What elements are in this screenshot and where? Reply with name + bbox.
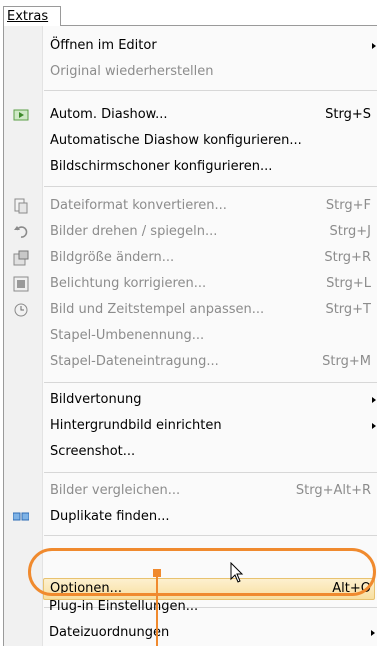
menu-item-label: Original wiederherstellen — [50, 64, 214, 79]
convert-format-icon — [13, 198, 29, 214]
menu-item-shortcut: Strg+T — [325, 302, 371, 317]
menu-item-shortcut: Alt+O — [332, 581, 371, 596]
menu-item-shortcut: Strg+J — [329, 224, 371, 239]
menu-item-shortcut: Strg+F — [325, 198, 371, 213]
annotation-pointer-dot — [153, 569, 161, 577]
menu-item-label: Stapel-Dateneintragung... — [50, 354, 219, 369]
menu-item-adjust-timestamp[interactable]: Bild und Zeitstempel anpassen... Strg+T — [4, 299, 377, 321]
menu-item-set-wallpaper[interactable]: Hintergrundbild einrichten — [4, 415, 377, 437]
menu-item-label: Hintergrundbild einrichten — [50, 418, 222, 433]
menu-separator — [44, 90, 377, 91]
menu-separator — [44, 535, 377, 536]
menu-item-file-associations[interactable]: Dateizuordnungen — [3, 622, 376, 644]
menu-item-label: Bildschirmschoner konfigurieren... — [50, 159, 273, 174]
submenu-arrow-icon — [372, 43, 376, 49]
menu-item-configure-screensaver[interactable]: Bildschirmschoner konfigurieren... — [4, 156, 377, 178]
menu-item-label: Belichtung korrigieren... — [50, 276, 207, 291]
menu-item-label: Bilder drehen / spiegeln... — [50, 224, 218, 239]
menu-item-label: Stapel-Umbenennung... — [50, 328, 205, 343]
annotation-pointer-line — [156, 572, 158, 646]
resize-icon — [13, 250, 29, 266]
menu-item-shortcut: Strg+L — [326, 276, 371, 291]
menu-item-convert-format[interactable]: Dateiformat konvertieren... Strg+F — [4, 195, 377, 217]
menu-separator — [44, 472, 377, 473]
menu-item-label: Automatische Diashow konfigurieren... — [50, 133, 302, 148]
rotate-icon — [13, 224, 29, 240]
mouse-cursor-icon — [230, 562, 244, 583]
menu-item-compare-images[interactable]: Bilder vergleichen... Strg+Alt+R — [4, 480, 377, 502]
menu-item-exposure[interactable]: Belichtung korrigieren... Strg+L — [4, 273, 377, 295]
menu-item-shortcut: Strg+M — [322, 354, 371, 369]
menu-separator — [44, 186, 377, 187]
menu-item-audio-annotation[interactable]: Bildvertonung — [4, 389, 377, 411]
menu-item-rotate-flip[interactable]: Bilder drehen / spiegeln... Strg+J — [4, 221, 377, 243]
menu-item-label: Dateiformat konvertieren... — [50, 198, 227, 213]
exposure-icon — [13, 276, 29, 292]
extras-menu: Öffnen im Editor Original wiederherstell… — [3, 26, 377, 646]
slideshow-icon — [13, 107, 29, 123]
menu-item-label: Bild und Zeitstempel anpassen... — [50, 302, 265, 317]
timestamp-icon — [13, 302, 29, 318]
duplicates-icon — [12, 509, 30, 525]
menu-item-open-in-editor[interactable]: Öffnen im Editor — [4, 35, 377, 57]
menu-item-shortcut: Strg+Alt+R — [295, 483, 371, 498]
menu-item-configure-slideshow[interactable]: Automatische Diashow konfigurieren... — [4, 130, 377, 152]
menu-item-shortcut: Strg+R — [324, 250, 371, 265]
menu-item-shortcut: Strg+S — [325, 107, 371, 122]
menu-item-label: Bildgröße ändern... — [50, 250, 175, 265]
submenu-arrow-icon — [372, 423, 376, 429]
menu-item-label: Autom. Diashow... — [50, 107, 168, 122]
menu-item-label: Dateizuordnungen — [49, 625, 170, 640]
menu-tab-label: Extras — [7, 9, 49, 24]
menu-item-find-duplicates[interactable]: Duplikate finden... — [4, 506, 377, 528]
submenu-arrow-icon — [372, 397, 376, 403]
menu-item-screenshot[interactable]: Screenshot... — [4, 441, 377, 463]
menu-item-label: Optionen... — [50, 581, 123, 596]
menu-item-label: Bilder vergleichen... — [50, 483, 181, 498]
menu-item-restore-original[interactable]: Original wiederherstellen — [4, 61, 377, 83]
menu-item-label: Duplikate finden... — [50, 509, 170, 524]
menu-item-auto-slideshow[interactable]: Autom. Diashow... Strg+S — [4, 104, 377, 126]
menu-item-batch-data-entry[interactable]: Stapel-Dateneintragung... Strg+M — [4, 351, 377, 373]
menu-tab-extras[interactable]: Extras — [3, 6, 61, 26]
menu-item-batch-rename[interactable]: Stapel-Umbenennung... — [4, 325, 377, 347]
menu-item-resize[interactable]: Bildgröße ändern... Strg+R — [4, 247, 377, 269]
menu-separator — [44, 382, 377, 383]
menu-item-label: Bildvertonung — [50, 392, 142, 407]
menu-item-label: Öffnen im Editor — [50, 38, 157, 53]
menu-item-label: Screenshot... — [50, 444, 136, 459]
submenu-arrow-icon — [371, 630, 375, 636]
